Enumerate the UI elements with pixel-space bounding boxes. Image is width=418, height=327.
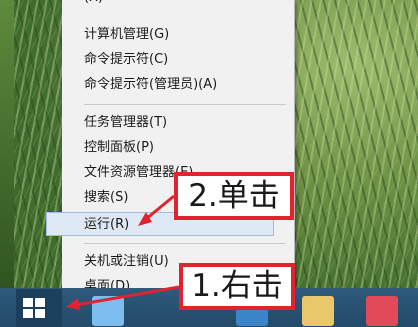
desktop-edge (0, 0, 14, 300)
menu-item-partial[interactable]: (X) (62, 0, 294, 8)
windows-logo-icon (23, 298, 45, 318)
annotation-step-2: 2.单击 (174, 172, 294, 220)
win-x-context-menu: (X) 计算机管理(G) 命令提示符(C) 命令提示符(管理员)(A) 任务管理… (46, 0, 295, 300)
menu-item-task-manager[interactable]: 任务管理器(T) (62, 111, 294, 135)
menu-item-computer-management[interactable]: 计算机管理(G) (62, 23, 294, 47)
menu-item-command-prompt[interactable]: 命令提示符(C) (62, 48, 294, 72)
ie-icon[interactable] (92, 296, 124, 326)
menu-separator (84, 104, 286, 105)
menu-separator (84, 243, 286, 244)
menu-item-command-prompt-admin[interactable]: 命令提示符(管理员)(A) (62, 73, 294, 97)
menu-item-control-panel[interactable]: 控制面板(P) (62, 136, 294, 160)
file-explorer-icon[interactable] (302, 296, 334, 326)
app-icon[interactable] (366, 296, 398, 326)
annotation-step-1: 1.右击 (179, 263, 295, 310)
start-button[interactable] (16, 289, 62, 327)
